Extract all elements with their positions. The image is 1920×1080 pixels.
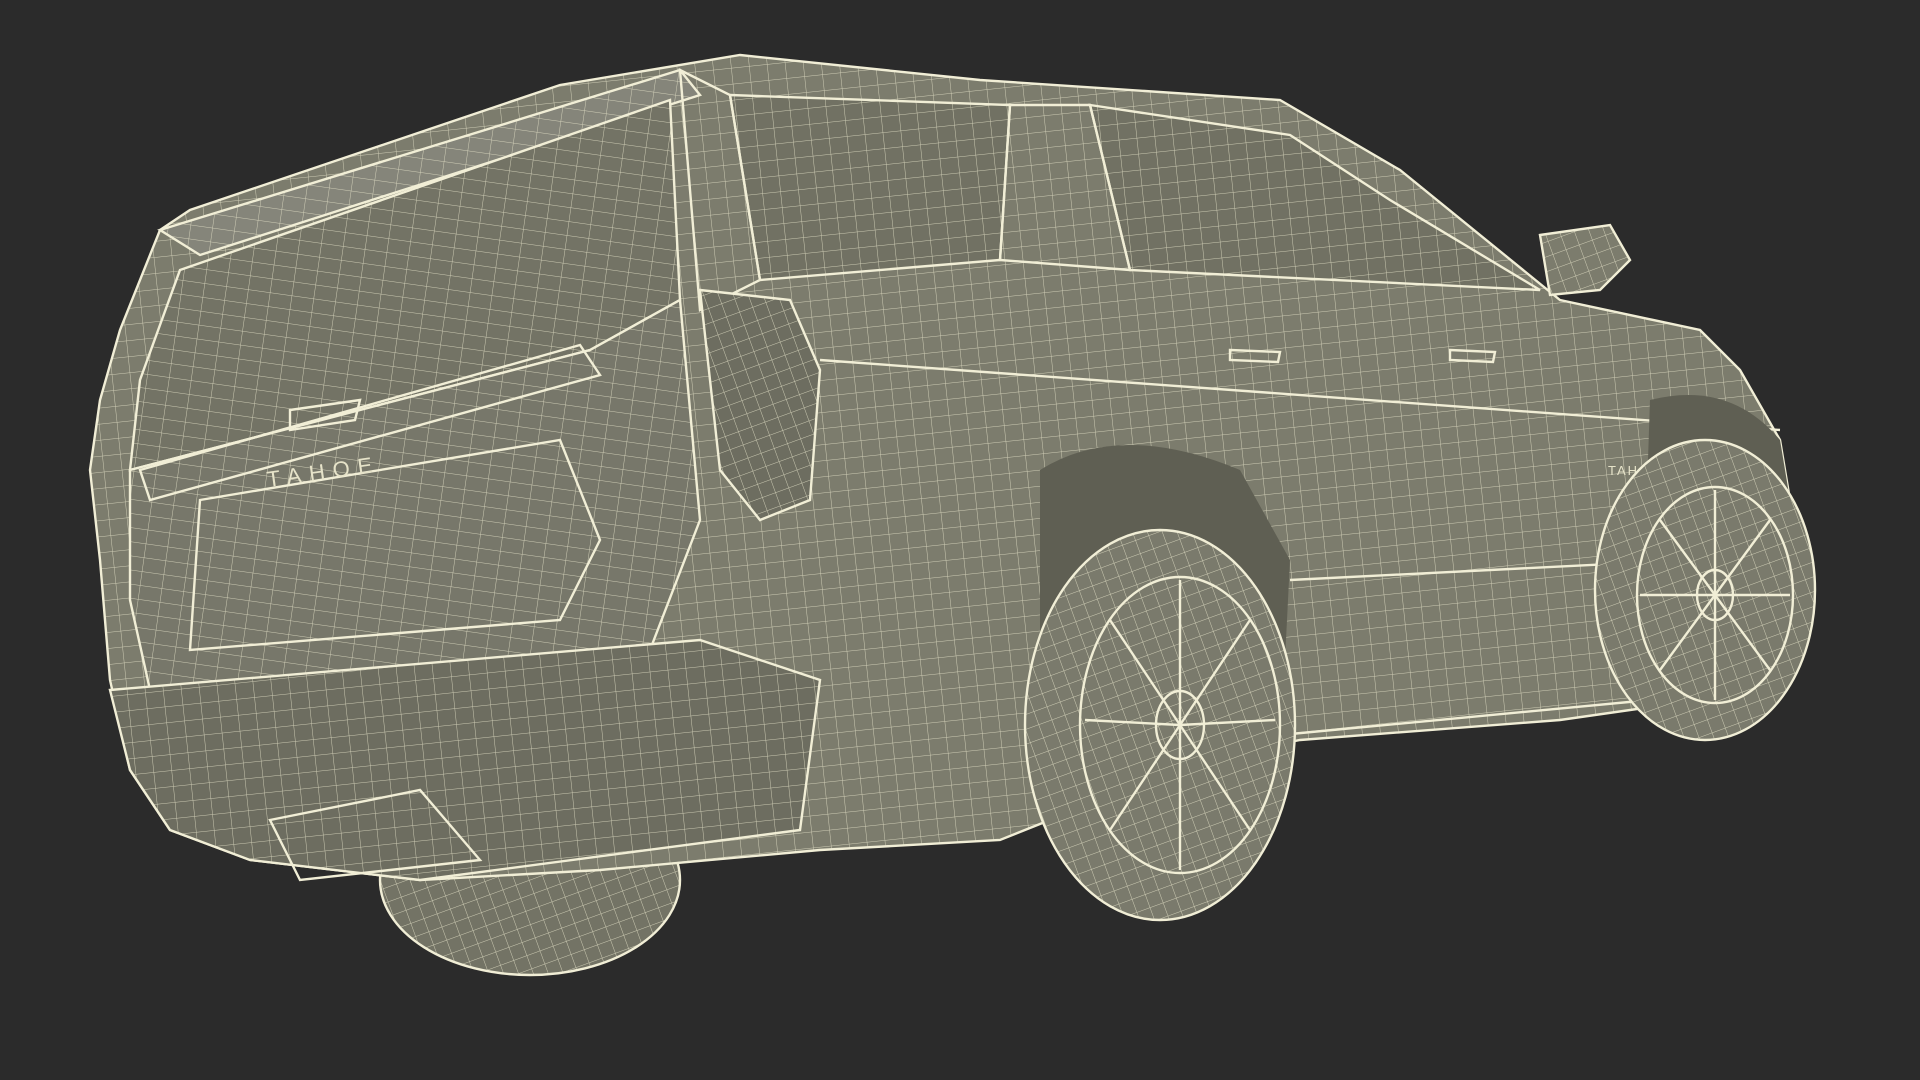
wireframe-render: TAHOE TAHOE (88, 53, 1817, 977)
side-window-rear (728, 93, 1012, 282)
render-viewport: TAHOE TAHOE (0, 0, 1920, 1080)
side-mirror (1538, 223, 1632, 297)
front-right-wheel (1593, 438, 1817, 742)
front-rim-spokes (1640, 490, 1790, 700)
rear-right-wheel (1023, 528, 1297, 922)
